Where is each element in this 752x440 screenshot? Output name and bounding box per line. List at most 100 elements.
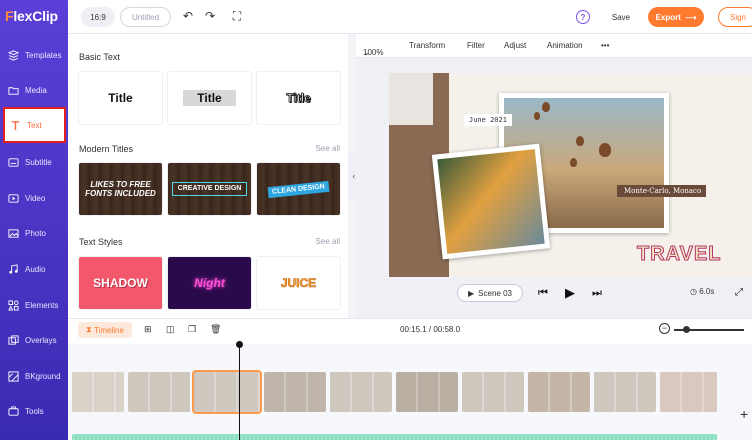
scene-clip[interactable]	[528, 372, 590, 412]
card-label: CREATIVE DESIGN	[171, 182, 248, 196]
audio-track[interactable]	[72, 434, 717, 440]
clock-icon: ◷	[690, 287, 697, 296]
zoom-slider-handle[interactable]	[683, 326, 690, 333]
card-label: Title	[286, 91, 311, 106]
timeline-toggle-button[interactable]: ⧗ Timeline	[78, 322, 132, 338]
basic-title-card[interactable]: Title	[79, 72, 162, 124]
playhead-handle[interactable]	[236, 341, 243, 348]
modern-title-card[interactable]: CLEAN DESIGN	[257, 163, 340, 215]
text-style-card[interactable]: SHADOW	[79, 257, 162, 309]
preview-toolbar: 100% ⌄ Transform Filter Adjust Animation…	[356, 34, 752, 58]
transform-button[interactable]: Transform	[409, 41, 445, 50]
sidebar-item-media[interactable]: Media	[0, 72, 68, 108]
scene-clip[interactable]	[330, 372, 392, 412]
split-icon[interactable]: ◫	[166, 324, 175, 335]
help-icon[interactable]: ?	[576, 10, 590, 24]
scene-clip-selected[interactable]	[194, 372, 260, 412]
scene-clip[interactable]	[396, 372, 458, 412]
outline-title-card[interactable]: Title	[257, 72, 340, 124]
sidebar-item-video[interactable]: Video	[0, 180, 68, 216]
balloon-icon	[576, 136, 584, 146]
sidebar-item-elements[interactable]: Elements	[0, 287, 68, 323]
redo-icon[interactable]: ↷	[203, 9, 217, 23]
aspect-ratio-button[interactable]: 16:9	[81, 7, 115, 27]
boxed-title-card[interactable]: Title	[168, 72, 251, 124]
scene-clip[interactable]	[72, 372, 124, 412]
date-label[interactable]: June 2021	[464, 114, 512, 126]
preview-area: 100% ⌄ Transform Filter Adjust Animation…	[356, 34, 752, 318]
undo-icon[interactable]: ↶	[181, 9, 195, 23]
sidebar-item-photo[interactable]: Photo	[0, 215, 68, 251]
save-button[interactable]: Save	[602, 7, 640, 27]
scene-label: Scene 03	[478, 288, 512, 298]
fullscreen-preview-icon[interactable]: ⤢	[735, 287, 743, 298]
scene-clip[interactable]	[264, 372, 326, 412]
zoom-out-icon[interactable]: −	[659, 323, 670, 334]
balloon-icon	[534, 112, 540, 120]
video-icon	[8, 193, 19, 203]
scene-clip[interactable]	[462, 372, 524, 412]
modern-title-card[interactable]: CREATIVE DESIGN	[168, 163, 251, 215]
previous-icon[interactable]: ⏮	[538, 287, 548, 300]
sidebar-item-background[interactable]: BKground	[0, 358, 68, 394]
styles-see-all-link[interactable]: See all	[316, 237, 340, 246]
card-label: LIKES TO FREE FONTS INCLUDED	[85, 180, 156, 198]
add-scene-plus-icon[interactable]: +	[740, 406, 748, 422]
sign-up-button[interactable]: Sign	[718, 7, 752, 27]
scene-clip[interactable]	[660, 372, 717, 412]
scene-clip[interactable]	[594, 372, 656, 412]
text-panel: Basic Text Title Title Title Modern Titl…	[68, 34, 348, 318]
play-icon[interactable]: ▶	[565, 285, 575, 301]
more-icon[interactable]: •••	[601, 41, 609, 50]
modern-see-all-link[interactable]: See all	[316, 144, 340, 153]
sidebar-item-templates[interactable]: Templates	[0, 37, 68, 73]
photo-image	[437, 149, 545, 254]
subtitle-icon	[8, 157, 19, 167]
flexclip-editor: FlexClip Templates Media Text Subtitle V…	[0, 0, 752, 440]
player-controls: ▶ Scene 03 ⏮ ▶ ⏭ ◷ 6.0s ⤢	[356, 284, 752, 304]
export-button[interactable]: Export ⟶	[648, 7, 704, 27]
fullscreen-icon[interactable]: ⛶	[230, 9, 244, 23]
travel-sticker[interactable]: TRAVEL	[637, 243, 722, 266]
sidebar-item-text[interactable]: Text	[3, 107, 66, 143]
sidebar-item-label: Audio	[25, 264, 46, 274]
next-icon[interactable]: ⏭	[592, 287, 602, 300]
sidebar-item-label: Media	[25, 85, 47, 95]
sidebar-item-label: Templates	[25, 50, 62, 60]
animation-button[interactable]: Animation	[547, 41, 583, 50]
video-canvas[interactable]: June 2021 Monte-Carlo, Monaco TRAVEL	[389, 73, 752, 277]
sidebar-item-overlays[interactable]: Overlays	[0, 322, 68, 358]
sidebar-item-label: Photo	[25, 228, 46, 238]
scene-clip[interactable]	[128, 372, 190, 412]
duration-value: 6.0s	[699, 287, 715, 296]
text-style-card[interactable]: JUICE	[257, 257, 340, 309]
export-arrow-icon: ⟶	[684, 12, 697, 22]
playhead[interactable]	[239, 341, 240, 440]
balloon-icon	[570, 158, 577, 167]
project-title-input[interactable]: Untitled	[120, 7, 171, 27]
sidebar-item-tools[interactable]: Tools	[0, 393, 68, 429]
duplicate-icon[interactable]: ❐	[188, 324, 196, 335]
modern-title-card[interactable]: LIKES TO FREE FONTS INCLUDED	[79, 163, 162, 215]
delete-icon[interactable]: 🗑	[210, 324, 221, 335]
duration-display[interactable]: ◷ 6.0s	[690, 287, 714, 296]
flexclip-logo[interactable]: FlexClip	[5, 8, 58, 24]
sidebar-item-subtitle[interactable]: Subtitle	[0, 144, 68, 180]
timeline-track: +	[68, 344, 752, 440]
timeline-icon: ⧗	[86, 325, 92, 334]
elements-icon	[8, 299, 19, 311]
traveler-photo[interactable]	[431, 143, 551, 260]
adjust-button[interactable]: Adjust	[504, 41, 526, 50]
sidebar-item-audio[interactable]: Audio	[0, 251, 68, 287]
sidebar-item-label: Subtitle	[25, 157, 52, 167]
sidebar-item-label: Tools	[25, 406, 44, 416]
text-style-card[interactable]: Night	[168, 257, 251, 309]
text-icon	[11, 120, 20, 130]
location-label[interactable]: Monte-Carlo, Monaco	[617, 185, 707, 197]
scene-button[interactable]: ▶ Scene 03	[457, 284, 523, 302]
add-scene-icon[interactable]: ⊞	[144, 324, 152, 335]
filter-button[interactable]: Filter	[467, 41, 485, 50]
card-label: Night	[194, 276, 225, 290]
timecode-display: 00:15.1 / 00:58.0	[400, 325, 461, 334]
top-bar: 16:9 Untitled ↶ ↷ ⛶ ? Save Export ⟶ Sign	[68, 0, 752, 34]
